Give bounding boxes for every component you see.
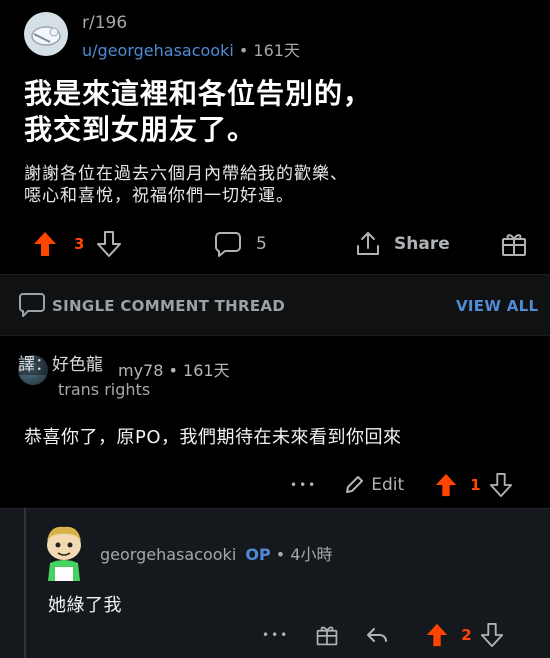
- comment-body: 恭喜你了，原PO，我們期待在未來看到你回來: [24, 427, 402, 448]
- translator-note: 譯：好色龍: [18, 350, 103, 375]
- comment-age: 161天: [183, 361, 230, 380]
- post-meta: u/georgehasacooki • 161天: [82, 37, 300, 61]
- downvote-button[interactable]: [480, 622, 504, 648]
- upvote-arrow-icon: [34, 232, 56, 256]
- comment-meta: my78 • 161天: [118, 357, 230, 381]
- post-vote-group: 3: [32, 230, 122, 258]
- user-flair: trans rights: [58, 380, 151, 399]
- post-age: 161天: [253, 41, 300, 60]
- meta-separator: •: [275, 545, 286, 564]
- post-vote-count: 3: [74, 235, 85, 253]
- thread-line[interactable]: [24, 508, 26, 658]
- share-icon: [357, 232, 379, 255]
- share-button[interactable]: Share: [354, 230, 450, 258]
- meta-separator: •: [168, 361, 178, 380]
- post-title-line: 我是來這裡和各位告別的，: [24, 77, 373, 110]
- post-title[interactable]: 我是來這裡和各位告別的， 我交到女朋友了。: [24, 76, 529, 148]
- upvote-button[interactable]: [434, 472, 458, 498]
- view-all-button[interactable]: VIEW ALL: [456, 297, 538, 315]
- comment-vote-count: 1: [470, 476, 481, 494]
- upvote-arrow-icon: [436, 473, 457, 497]
- avatar[interactable]: [40, 521, 88, 581]
- meta-separator: •: [238, 41, 249, 60]
- op-badge: OP: [245, 545, 271, 564]
- post-body-line: 噁心和喜悅，祝福你們一切好運。: [24, 186, 294, 206]
- thread-label: SINGLE COMMENT THREAD: [52, 297, 286, 315]
- post-author[interactable]: u/georgehasacooki: [82, 41, 234, 60]
- downvote-button[interactable]: [96, 230, 122, 258]
- comment-actions: ••• 2: [262, 622, 504, 648]
- comment-vote-count: 2: [461, 626, 472, 644]
- subreddit-name[interactable]: r/196: [82, 13, 127, 33]
- award-button[interactable]: [500, 230, 528, 258]
- share-label: Share: [394, 234, 450, 254]
- comment-actions: ••• Edit 1: [290, 472, 513, 498]
- reply-button[interactable]: [365, 623, 389, 647]
- upvote-arrow-icon: [427, 623, 448, 647]
- gift-icon: [502, 234, 526, 256]
- reply-arrow-icon: [367, 628, 388, 642]
- subreddit-avatar[interactable]: [24, 12, 68, 56]
- more-options-button[interactable]: •••: [290, 478, 317, 492]
- post-title-line: 我交到女朋友了。: [24, 113, 257, 146]
- comment-author[interactable]: georgehasacooki: [100, 545, 236, 564]
- downvote-button[interactable]: [489, 472, 513, 498]
- more-options-button[interactable]: •••: [262, 628, 289, 642]
- post-body: 謝謝各位在過去六個月內帶給我的歡樂、 噁心和喜悅，祝福你們一切好運。: [24, 163, 529, 207]
- downvote-arrow-icon: [480, 623, 503, 647]
- upvote-button[interactable]: [425, 622, 449, 648]
- comment-thread-icon: [18, 292, 46, 318]
- comment-author[interactable]: my78: [118, 361, 163, 380]
- downvote-arrow-icon: [97, 231, 122, 257]
- comment-age: 4小時: [290, 545, 333, 564]
- award-button[interactable]: [315, 623, 339, 647]
- post-body-line: 謝謝各位在過去六個月內帶給我的歡樂、: [24, 164, 348, 184]
- comment-count: 5: [256, 234, 267, 254]
- comment-body: 她綠了我: [48, 595, 122, 616]
- edit-button[interactable]: Edit: [343, 474, 404, 496]
- pencil-icon: [346, 476, 364, 493]
- comment-meta: georgehasacooki OP • 4小時: [100, 541, 333, 565]
- gift-icon: [316, 626, 338, 646]
- comments-button[interactable]: 5: [214, 230, 267, 258]
- downvote-arrow-icon: [489, 473, 512, 497]
- edit-label: Edit: [371, 475, 405, 495]
- upvote-button[interactable]: [32, 230, 58, 258]
- comment-bubble-icon: [215, 232, 241, 257]
